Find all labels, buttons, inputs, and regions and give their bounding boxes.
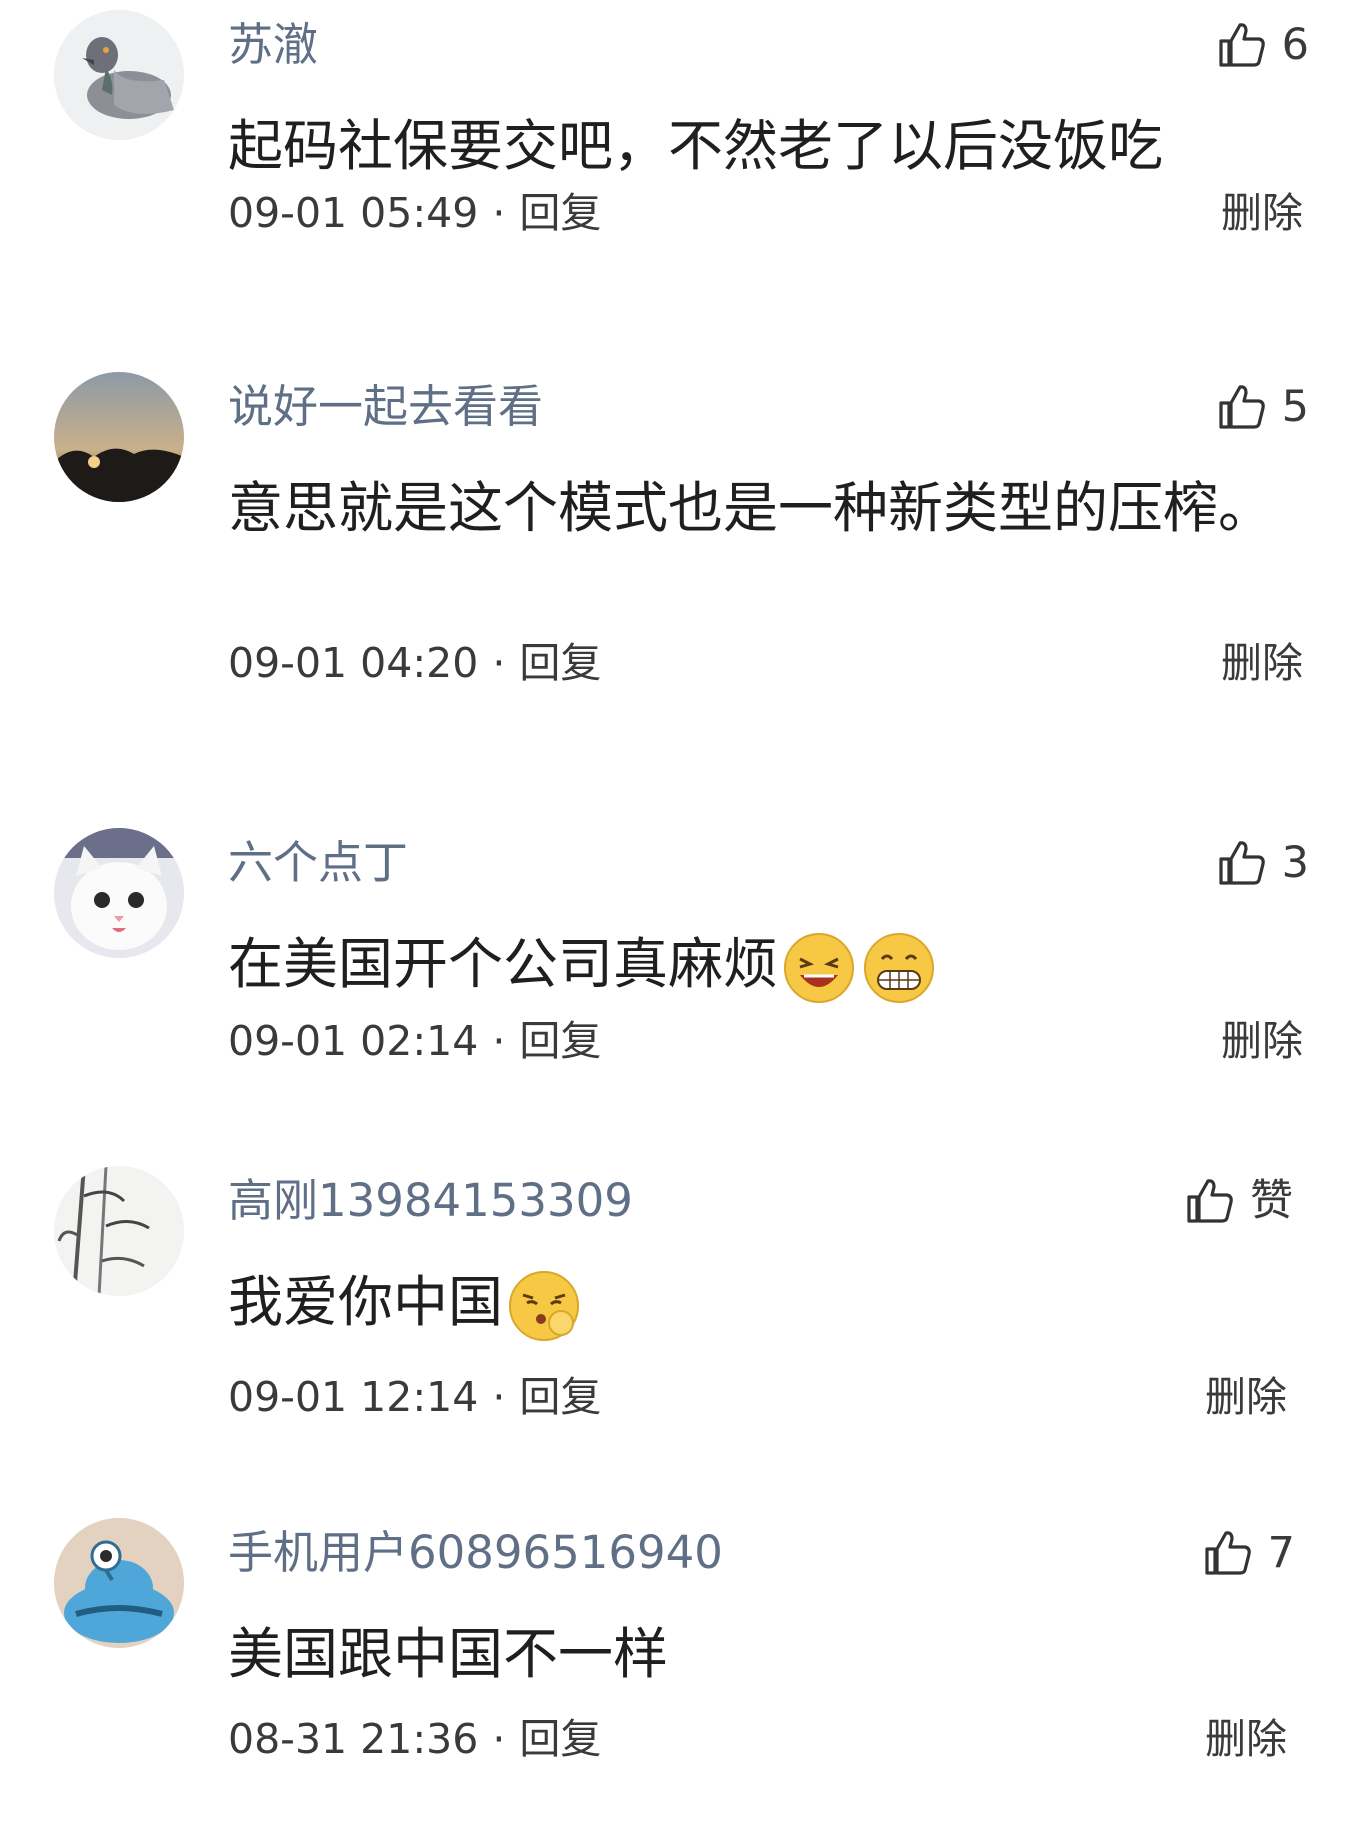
comment-text: 意思就是这个模式也是一种新类型的压榨。 [228, 476, 1274, 540]
cat-avatar-icon [54, 828, 184, 958]
like-button[interactable]: 5 [1216, 380, 1309, 434]
avatar[interactable] [54, 1166, 184, 1296]
username[interactable]: 高刚13984153309 [228, 1174, 633, 1228]
separator-dot: · [492, 1715, 506, 1763]
comment-time: 09-01 05:49 [228, 189, 479, 237]
grinning-emoji [860, 929, 938, 1007]
reply-button[interactable]: 回复 [519, 1017, 601, 1065]
comment-meta: 09-01 02:14 · 回复 [228, 1016, 601, 1066]
avatar[interactable] [54, 372, 184, 502]
like-count: 赞 [1250, 1176, 1293, 1226]
delete-button[interactable]: 删除 [1221, 1016, 1303, 1066]
comment-item: 手机用户60896516940 7 美国跟中国不一样 08-31 21:36 · 回… [0, 1518, 1361, 1818]
alien-avatar-icon [54, 1518, 184, 1648]
like-count: 6 [1281, 20, 1309, 70]
comment-text: 在美国开个公司真麻烦 [228, 920, 1288, 1008]
username[interactable]: 六个点丁 [228, 836, 408, 890]
like-button[interactable]: 6 [1216, 18, 1309, 72]
delete-button[interactable]: 删除 [1221, 188, 1303, 238]
comment-time: 09-01 12:14 [228, 1373, 479, 1421]
separator-dot: · [492, 1373, 506, 1421]
delete-button[interactable]: 删除 [1205, 1714, 1287, 1764]
username[interactable]: 说好一起去看看 [228, 380, 543, 434]
like-count: 5 [1281, 382, 1309, 432]
comment-text: 起码社保要交吧，不然老了以后没饭吃 [228, 114, 1164, 178]
comment-meta: 09-01 04:20 · 回复 [228, 638, 601, 688]
comment-time: 09-01 02:14 [228, 1017, 479, 1065]
comment-time: 08-31 21:36 [228, 1715, 479, 1763]
comment-item: 六个点丁 3 在美国开个公司真麻烦 09-01 02:14 · 回复 删除 [0, 828, 1361, 1128]
separator-dot: · [492, 1017, 506, 1065]
comment-item: 苏澈 6 起码社保要交吧，不然老了以后没饭吃 09-01 05:49 · 回复 删除 [0, 10, 1361, 310]
delete-button[interactable]: 删除 [1205, 1372, 1287, 1422]
reply-button[interactable]: 回复 [519, 1715, 601, 1763]
reply-button[interactable]: 回复 [519, 189, 601, 237]
thumbs-up-icon [1202, 1527, 1254, 1579]
comment-meta: 08-31 21:36 · 回复 [228, 1714, 601, 1764]
thumbs-up-icon [1184, 1175, 1236, 1227]
comment-meta: 09-01 12:14 · 回复 [228, 1372, 601, 1422]
thumbs-up-icon [1216, 837, 1268, 889]
laughing-emoji [780, 929, 858, 1007]
reply-button[interactable]: 回复 [519, 1373, 601, 1421]
like-button[interactable]: 7 [1202, 1526, 1295, 1580]
avatar[interactable] [54, 10, 184, 140]
like-count: 7 [1267, 1528, 1295, 1578]
pigeon-avatar-icon [54, 10, 184, 140]
sunset-avatar-icon [54, 372, 184, 502]
kissing-emoji [505, 1267, 583, 1345]
separator-dot: · [492, 639, 506, 687]
like-button[interactable]: 赞 [1184, 1174, 1293, 1228]
bamboo-avatar-icon [54, 1166, 184, 1296]
comment-item: 高刚13984153309 赞 我爱你中国 09-01 12:14 · 回复 删除 [0, 1166, 1361, 1466]
avatar[interactable] [54, 1518, 184, 1648]
avatar[interactable] [54, 828, 184, 958]
like-count: 3 [1281, 838, 1309, 888]
comment-time: 09-01 04:20 [228, 639, 479, 687]
comment-item: 说好一起去看看 5 意思就是这个模式也是一种新类型的压榨。 09-01 04:2… [0, 372, 1361, 772]
comment-text: 美国跟中国不一样 [228, 1622, 669, 1686]
comment-meta: 09-01 05:49 · 回复 [228, 188, 601, 238]
reply-button[interactable]: 回复 [519, 639, 601, 687]
separator-dot: · [492, 189, 506, 237]
username[interactable]: 手机用户60896516940 [228, 1526, 723, 1580]
comment-text: 我爱你中国 [228, 1258, 1288, 1346]
thumbs-up-icon [1216, 19, 1268, 71]
username[interactable]: 苏澈 [228, 18, 318, 72]
delete-button[interactable]: 删除 [1221, 638, 1303, 688]
thumbs-up-icon [1216, 381, 1268, 433]
like-button[interactable]: 3 [1216, 836, 1309, 890]
